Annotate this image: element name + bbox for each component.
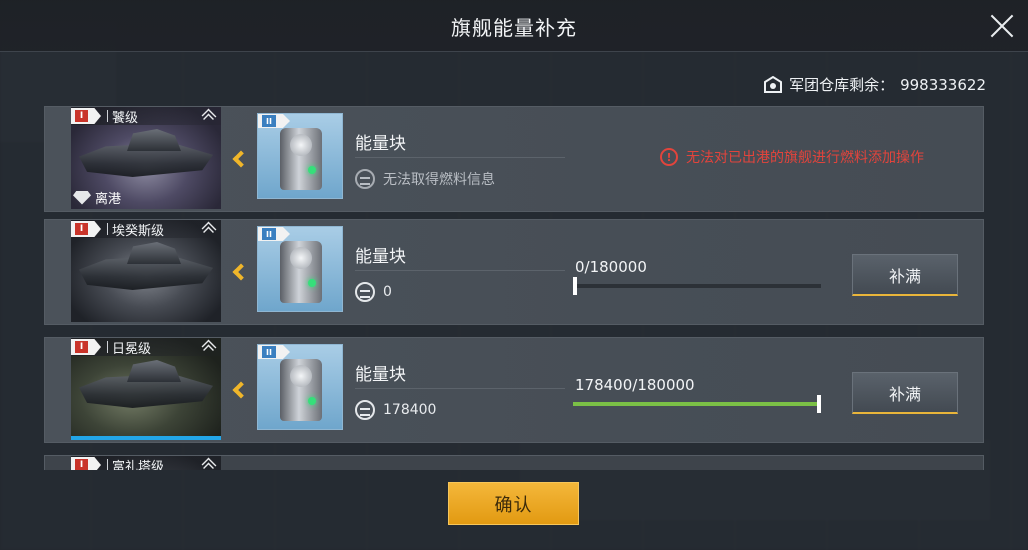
- ship-label: I 埃癸斯级: [71, 220, 221, 239]
- slider-handle[interactable]: [573, 277, 577, 295]
- flagship-row[interactable]: I 埃癸斯级 II 能量块 0 0/180000 补满: [44, 219, 984, 325]
- energy-block-item[interactable]: II: [257, 113, 343, 199]
- item-name: 能量块: [355, 365, 406, 385]
- flagship-row[interactable]: I 日冕级 II 能量块 178400 178400/180000 补满: [44, 337, 984, 443]
- fill-up-button[interactable]: 补满: [852, 372, 958, 414]
- ship-label: I 富礼塔级: [71, 456, 221, 470]
- item-tier-badge: II: [258, 227, 290, 241]
- item-tier-badge: II: [258, 114, 290, 128]
- warehouse-value: 998333622: [900, 75, 986, 94]
- energy-block-item[interactable]: II: [257, 344, 343, 430]
- tier-badge: I: [71, 457, 101, 470]
- ship-label: I 日冕级: [71, 338, 221, 357]
- arrow-left-icon: [232, 263, 250, 281]
- ship-image[interactable]: I 埃癸斯级: [71, 220, 221, 322]
- slider-handle[interactable]: [817, 395, 821, 413]
- ship-image[interactable]: I 富礼塔级: [71, 456, 221, 470]
- diamond-icon: [73, 190, 91, 205]
- warehouse-label: 军团仓库剩余：: [789, 76, 895, 94]
- progress-text: 0/180000: [575, 258, 647, 276]
- fuel-icon: [355, 400, 375, 420]
- fuel-icon: [355, 169, 375, 189]
- dialog-title: 旗舰能量补充: [451, 16, 577, 40]
- tier-badge: I: [71, 339, 101, 355]
- warehouse-icon: [763, 75, 783, 94]
- progress-text: 178400/180000: [575, 376, 695, 394]
- departed-tag: 离港: [73, 188, 121, 207]
- warehouse-remaining: 军团仓库剩余： 998333622: [763, 74, 986, 95]
- slider-fill: [573, 402, 819, 406]
- energy-canister-icon: [280, 241, 322, 303]
- ship-name: 富礼塔级: [112, 459, 165, 471]
- flagship-row[interactable]: I 富礼塔级: [44, 455, 984, 470]
- arrow-left-icon: [232, 150, 250, 168]
- ship-name: 饕级: [112, 110, 139, 126]
- divider: [355, 270, 565, 271]
- item-name: 能量块: [355, 247, 406, 267]
- divider: [355, 388, 565, 389]
- ship-name: 日冕级: [112, 341, 152, 357]
- ship-tower: [127, 242, 181, 264]
- selected-indicator: [71, 436, 221, 440]
- flagship-row[interactable]: I 饕级 离港 II 能量块 无法取得燃料信息 ! 无法对已出港的旗舰进行燃料添…: [44, 106, 984, 212]
- ship-name: 埃癸斯级: [112, 223, 165, 239]
- warning-icon: !: [660, 148, 678, 166]
- fuel-icon: [355, 282, 375, 302]
- ship-image[interactable]: I 饕级 离港: [71, 107, 221, 209]
- flagship-list[interactable]: I 饕级 离港 II 能量块 无法取得燃料信息 ! 无法对已出港的旗舰进行燃料添…: [44, 106, 984, 470]
- fuel-slider[interactable]: [573, 277, 821, 295]
- fuel-amount: 178400: [355, 400, 436, 420]
- tier-badge: I: [71, 221, 101, 237]
- tier-badge: I: [71, 108, 101, 124]
- arrow-left-icon: [232, 381, 250, 399]
- fuel-slider[interactable]: [573, 395, 821, 413]
- ship-label: I 饕级: [71, 107, 221, 126]
- ship-tower: [127, 360, 181, 382]
- item-name: 能量块: [355, 134, 406, 154]
- ship-tower: [127, 129, 181, 151]
- fuel-info: 无法取得燃料信息: [355, 169, 495, 189]
- item-tier-badge: II: [258, 345, 290, 359]
- warning-message: ! 无法对已出港的旗舰进行燃料添加操作: [660, 147, 924, 167]
- fuel-amount: 0: [355, 282, 392, 302]
- ship-image[interactable]: I 日冕级: [71, 338, 221, 440]
- confirm-button[interactable]: 确认: [448, 482, 579, 525]
- close-button[interactable]: [988, 12, 1016, 40]
- energy-canister-icon: [280, 359, 322, 421]
- fill-up-button[interactable]: 补满: [852, 254, 958, 296]
- energy-canister-icon: [280, 128, 322, 190]
- divider: [355, 157, 565, 158]
- energy-block-item[interactable]: II: [257, 226, 343, 312]
- dialog-header: 旗舰能量补充: [0, 0, 1028, 52]
